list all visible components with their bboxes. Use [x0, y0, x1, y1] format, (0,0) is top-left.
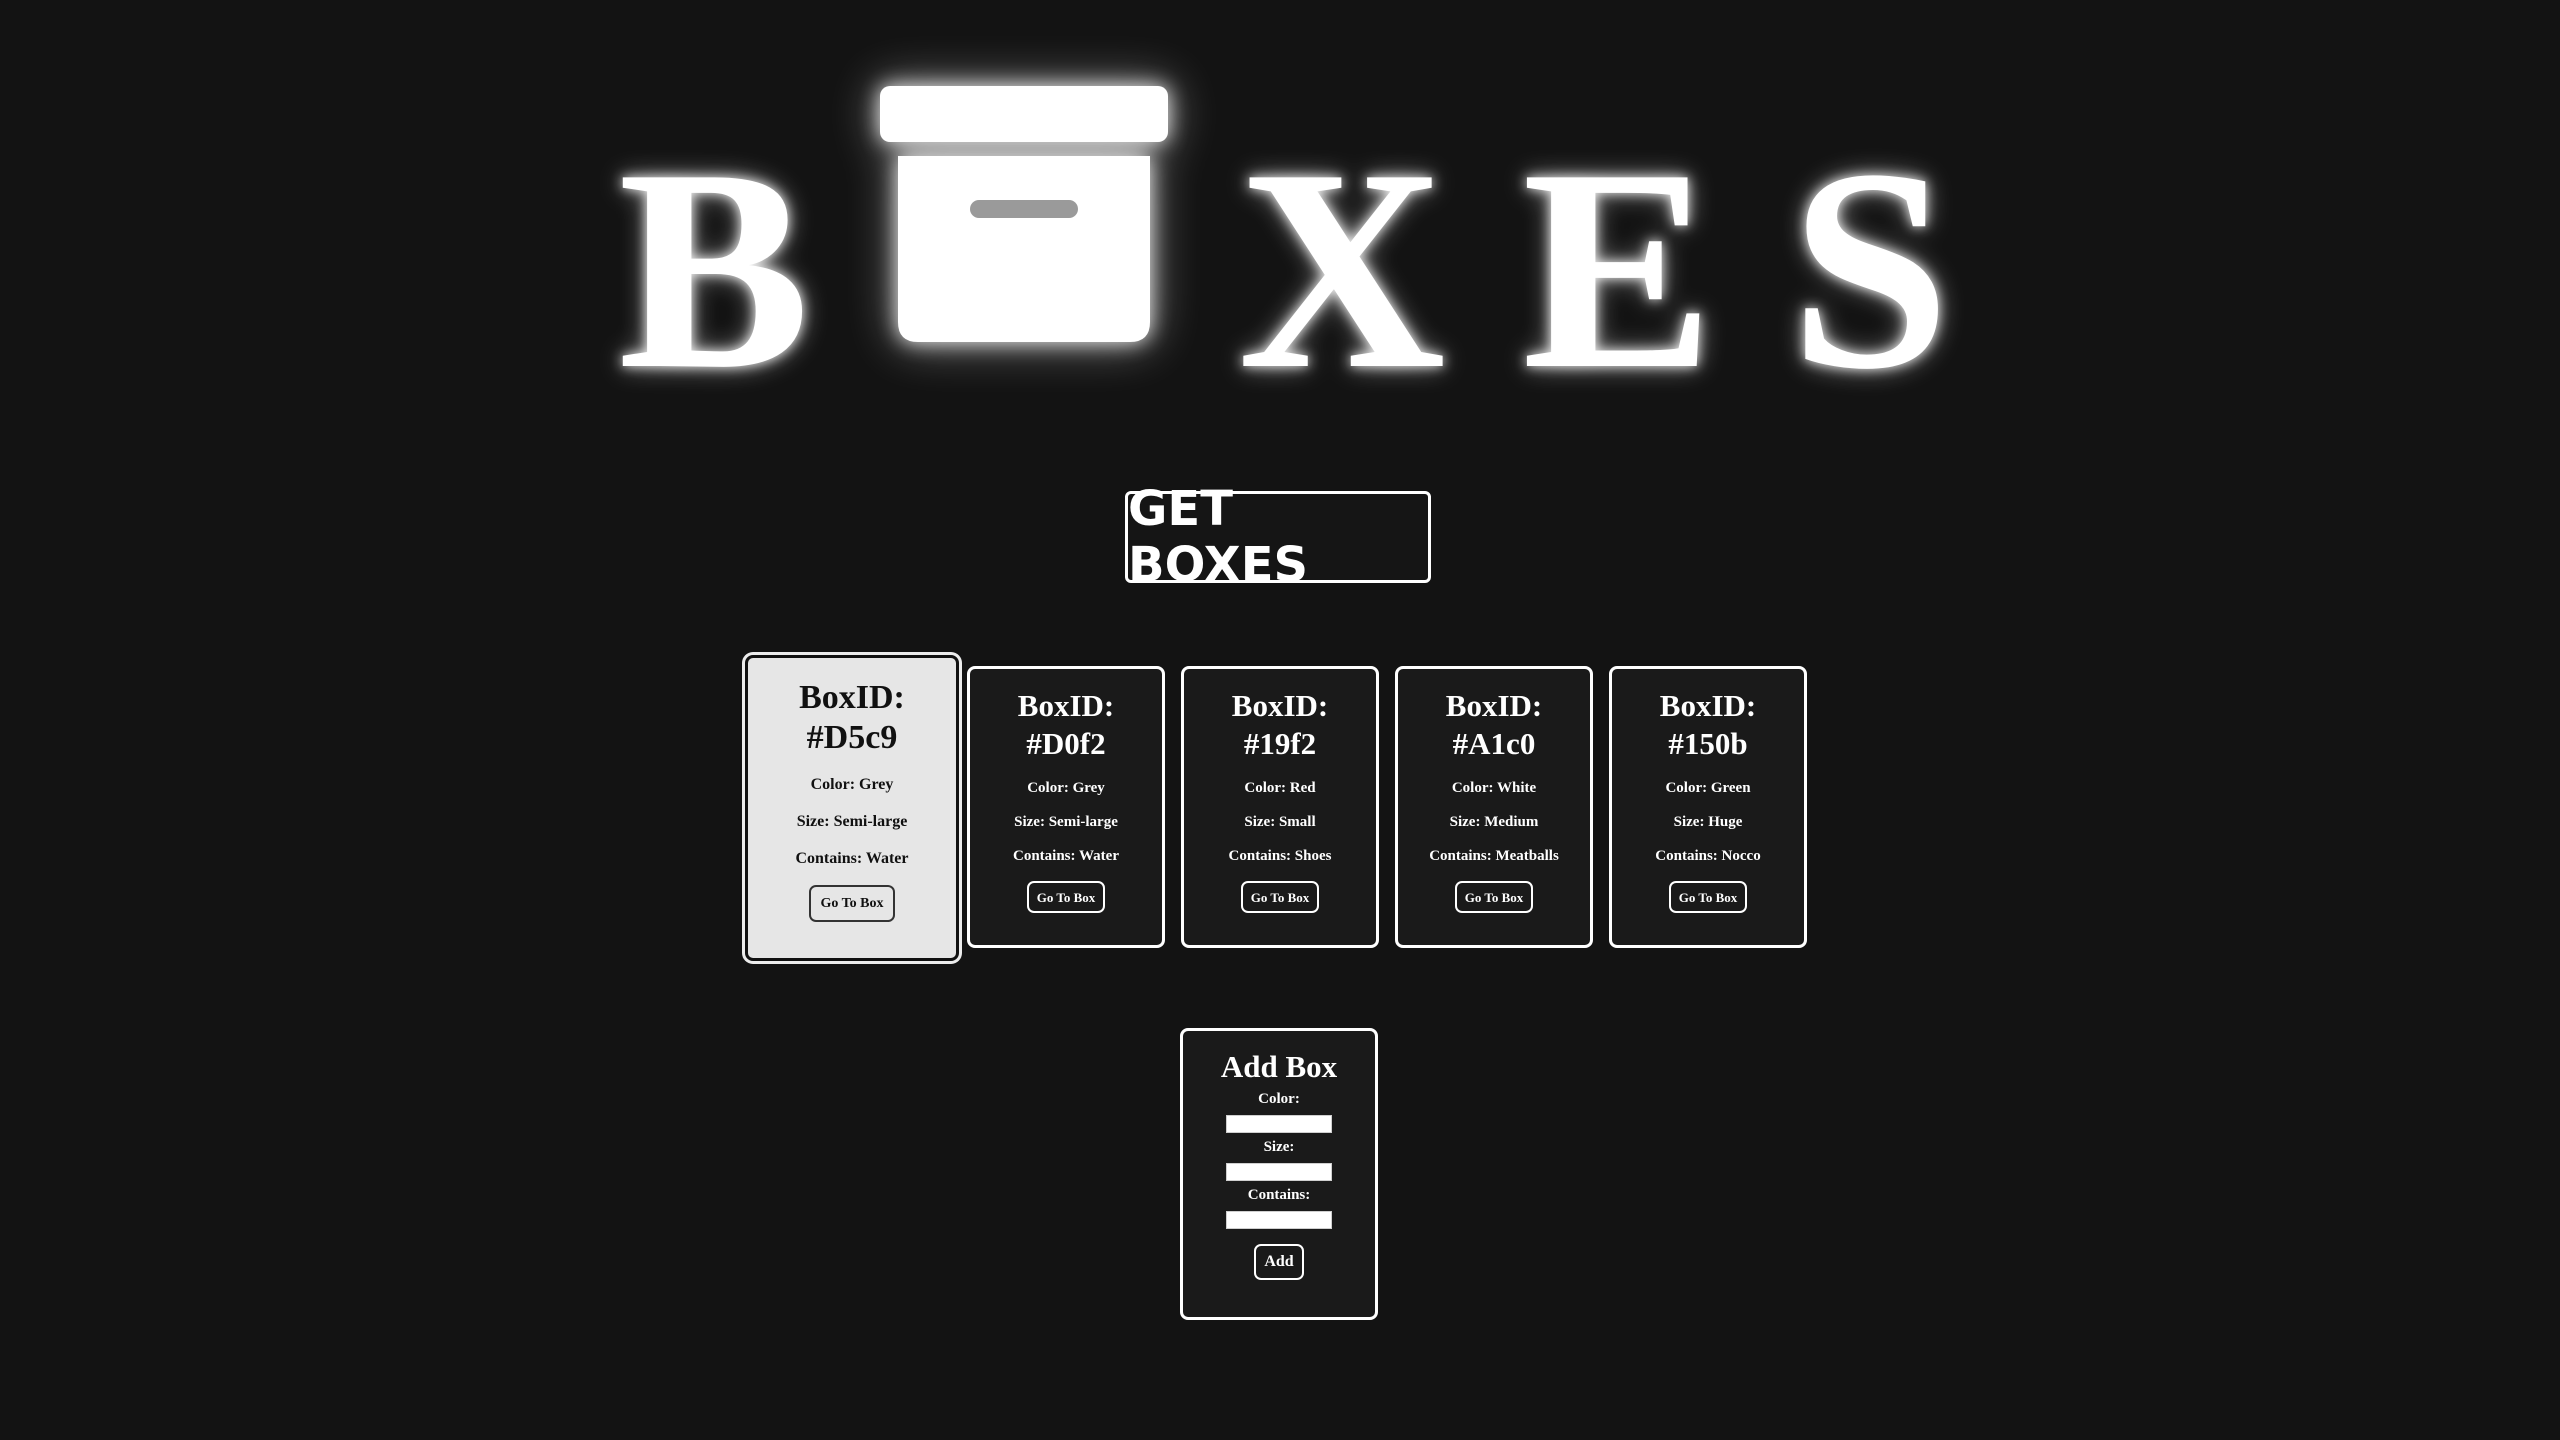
box-contains: Contains: Shoes	[1228, 848, 1332, 864]
box-size: Size: Semi-large	[1014, 814, 1118, 830]
logo-letter-s: S	[1790, 110, 1951, 429]
add-box-form: Add Box Color: Size: Contains: Add	[1180, 1028, 1378, 1320]
box-id: BoxID: #D0f2	[1017, 688, 1115, 761]
go-to-box-button[interactable]: Go To Box	[809, 885, 895, 922]
add-box-title: Add Box	[1220, 1049, 1338, 1084]
box-contains: Contains: Water	[795, 850, 909, 867]
contains-input[interactable]	[1226, 1211, 1332, 1229]
logo-letter-b: B	[618, 110, 811, 429]
get-boxes-button[interactable]: GET BOXES	[1125, 481, 1431, 593]
box-size: Size: Huge	[1673, 814, 1743, 830]
archive-box-icon	[880, 86, 1168, 342]
go-to-box-button[interactable]: Go To Box	[1668, 881, 1748, 913]
box-card: BoxID: #A1c0 Color: White Size: Medium C…	[1395, 666, 1593, 948]
color-input[interactable]	[1226, 1115, 1332, 1133]
box-color: Color: Red	[1244, 780, 1316, 796]
go-to-box-button[interactable]: Go To Box	[1240, 881, 1320, 913]
box-id: BoxID: #150b	[1659, 688, 1757, 761]
logo-letter-e: E	[1522, 110, 1715, 429]
go-to-box-button[interactable]: Go To Box	[1026, 881, 1106, 913]
box-color: Color: Green	[1665, 780, 1751, 796]
box-color: Color: White	[1451, 780, 1537, 796]
box-card: BoxID: #D5c9 Color: Grey Size: Semi-larg…	[745, 655, 959, 961]
page: B X E S GET BOXES BoxID: #D5c9 Color: Gr…	[0, 0, 2560, 1440]
size-label: Size:	[1263, 1139, 1295, 1155]
add-button[interactable]: Add	[1254, 1244, 1304, 1280]
box-size: Size: Semi-large	[796, 813, 908, 830]
box-id: BoxID: #19f2	[1231, 688, 1329, 761]
size-input[interactable]	[1226, 1163, 1332, 1181]
box-contains: Contains: Water	[1013, 848, 1119, 864]
box-id: BoxID: #D5c9	[799, 679, 905, 756]
logo-letter-x: X	[1238, 110, 1446, 429]
box-contains: Contains: Meatballs	[1429, 848, 1559, 864]
contains-label: Contains:	[1247, 1187, 1311, 1203]
go-to-box-button[interactable]: Go To Box	[1454, 881, 1534, 913]
box-size: Size: Small	[1244, 814, 1316, 830]
color-label: Color:	[1258, 1091, 1300, 1107]
boxes-logo: B X E S	[0, 80, 2560, 414]
box-color: Color: Grey	[1027, 780, 1105, 796]
box-id: BoxID: #A1c0	[1445, 688, 1543, 761]
box-size: Size: Medium	[1449, 814, 1539, 830]
box-contains: Contains: Nocco	[1655, 848, 1761, 864]
box-color: Color: Grey	[810, 776, 894, 793]
box-card: BoxID: #19f2 Color: Red Size: Small Cont…	[1181, 666, 1379, 948]
box-card: BoxID: #D0f2 Color: Grey Size: Semi-larg…	[967, 666, 1165, 948]
box-card: BoxID: #150b Color: Green Size: Huge Con…	[1609, 666, 1807, 948]
